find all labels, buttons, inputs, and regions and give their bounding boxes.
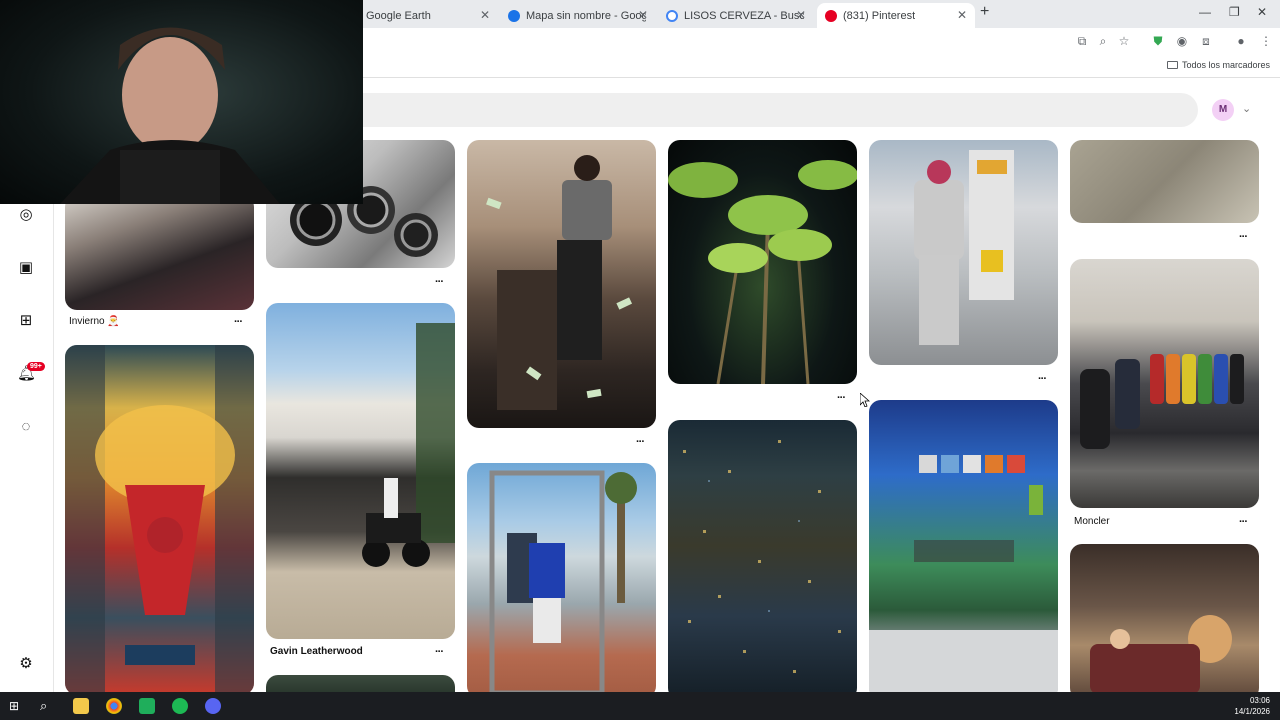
shield-extension-icon[interactable]: ⛊: [1151, 34, 1165, 48]
close-icon[interactable]: ✕: [796, 8, 806, 22]
clock-time: 03:06: [1249, 696, 1270, 705]
search-input[interactable]: [340, 93, 1198, 127]
pin-image-city-aerial[interactable]: [668, 420, 857, 700]
pin-image-gas-station[interactable]: [869, 140, 1058, 365]
notification-badge: 99+: [27, 362, 45, 371]
pin-image-winter-car[interactable]: [65, 195, 254, 310]
bookmarks-label: Todos los marcadores: [1181, 60, 1270, 70]
close-icon[interactable]: ✕: [638, 8, 648, 22]
pin-image-phone-booth[interactable]: [467, 463, 656, 698]
poster-art: [65, 345, 254, 695]
garage-art: [362, 323, 455, 567]
tab-pinterest[interactable]: (831) Pinterest ✕: [817, 3, 975, 28]
money-art: [486, 155, 633, 410]
google-icon: [666, 9, 678, 22]
all-bookmarks[interactable]: Todos los marcadores: [1166, 60, 1270, 70]
windows-taskbar: [0, 692, 1280, 720]
explore-icon[interactable]: ◎: [17, 206, 35, 224]
pin-image-gavin-motorcycle[interactable]: [266, 303, 455, 639]
close-icon[interactable]: ✕: [480, 8, 490, 22]
more-options-icon[interactable]: ···: [435, 646, 444, 658]
app-icon[interactable]: [139, 698, 155, 714]
boards-icon[interactable]: ▣: [17, 259, 35, 277]
new-tab-button[interactable]: +: [980, 3, 989, 21]
system-clock[interactable]: 03:06 14/1/2026: [1234, 695, 1270, 717]
bookmark-star-icon[interactable]: ☆: [1117, 34, 1131, 48]
extension-icon[interactable]: ◉: [1175, 34, 1189, 48]
more-options-icon[interactable]: ···: [1239, 231, 1248, 243]
webcam-person: [60, 27, 280, 204]
tab-google-earth[interactable]: Google Earth ✕: [356, 3, 498, 28]
bedroom-art: [1090, 615, 1232, 694]
file-explorer-icon[interactable]: [73, 698, 89, 714]
more-options-icon[interactable]: ···: [234, 316, 243, 328]
google-earth-icon: [508, 9, 520, 22]
pin-image-bedroom[interactable]: [1070, 544, 1259, 700]
pin-image-palm-trees[interactable]: [668, 140, 857, 384]
more-options-icon[interactable]: ···: [435, 276, 444, 288]
avatar[interactable]: M: [1212, 99, 1234, 121]
pin-title[interactable]: Invierno 🎅: [69, 316, 120, 327]
tab-mapa[interactable]: Mapa sin nombre - Google Earth ✕: [500, 3, 656, 28]
restore-icon[interactable]: ❐: [1229, 5, 1240, 19]
city-lights-art: [683, 440, 841, 673]
menu-icon[interactable]: ⋮: [1259, 34, 1273, 48]
more-options-icon[interactable]: ···: [636, 436, 645, 448]
palms-art: [668, 160, 857, 384]
create-icon[interactable]: ⊞: [17, 312, 35, 330]
pin-title[interactable]: Gavin Leatherwood: [270, 646, 363, 657]
webcam-overlay: [0, 0, 363, 204]
tab-title: (831) Pinterest: [843, 9, 916, 22]
minimize-icon[interactable]: —: [1199, 5, 1211, 19]
windows-start-icon[interactable]: ⊞: [9, 699, 23, 713]
folder-icon: [1166, 61, 1178, 69]
messages-icon[interactable]: ◌: [17, 418, 35, 436]
profile-icon[interactable]: ●: [1234, 34, 1248, 48]
jackets-art: [1080, 354, 1244, 449]
zoom-icon[interactable]: ⌕: [1096, 34, 1110, 48]
tab-title: LISOS CERVEZA - Buscar con Google: [684, 9, 804, 22]
chevron-down-icon[interactable]: ⌄: [1242, 102, 1251, 115]
tab-google-search[interactable]: LISOS CERVEZA - Buscar con Google ✕: [658, 3, 814, 28]
puzzle-icon[interactable]: ⧈: [1199, 34, 1213, 48]
tab-title: Mapa sin nombre - Google Earth: [526, 9, 646, 22]
pin-image-minecraft[interactable]: [869, 400, 1058, 700]
window-close-icon[interactable]: ✕: [1257, 5, 1267, 19]
cast-icon[interactable]: ⧉: [1075, 34, 1089, 48]
tab-title: Google Earth: [366, 9, 431, 22]
search-icon[interactable]: ⌕: [40, 698, 56, 714]
minecraft-art: [869, 455, 1058, 700]
more-options-icon[interactable]: ···: [837, 392, 846, 404]
chrome-icon[interactable]: [106, 698, 122, 714]
settings-icon[interactable]: ⚙: [17, 655, 35, 673]
pin-image-fabric[interactable]: [1070, 140, 1259, 223]
close-icon[interactable]: ✕: [957, 8, 967, 22]
spotify-icon[interactable]: [172, 698, 188, 714]
booth-art: [489, 470, 637, 696]
gas-station-art: [914, 150, 1014, 345]
clock-date: 14/1/2026: [1234, 707, 1270, 716]
pin-image-moncler-store[interactable]: [1070, 259, 1259, 508]
more-options-icon[interactable]: ···: [1239, 516, 1248, 528]
discord-icon[interactable]: [205, 698, 221, 714]
more-options-icon[interactable]: ···: [1038, 373, 1047, 385]
pin-title[interactable]: Moncler: [1074, 516, 1110, 527]
pin-image-spiderman-poster[interactable]: [65, 345, 254, 695]
pin-image-money-rain[interactable]: [467, 140, 656, 428]
pinterest-icon: [825, 9, 837, 22]
mouse-cursor: [860, 393, 870, 407]
